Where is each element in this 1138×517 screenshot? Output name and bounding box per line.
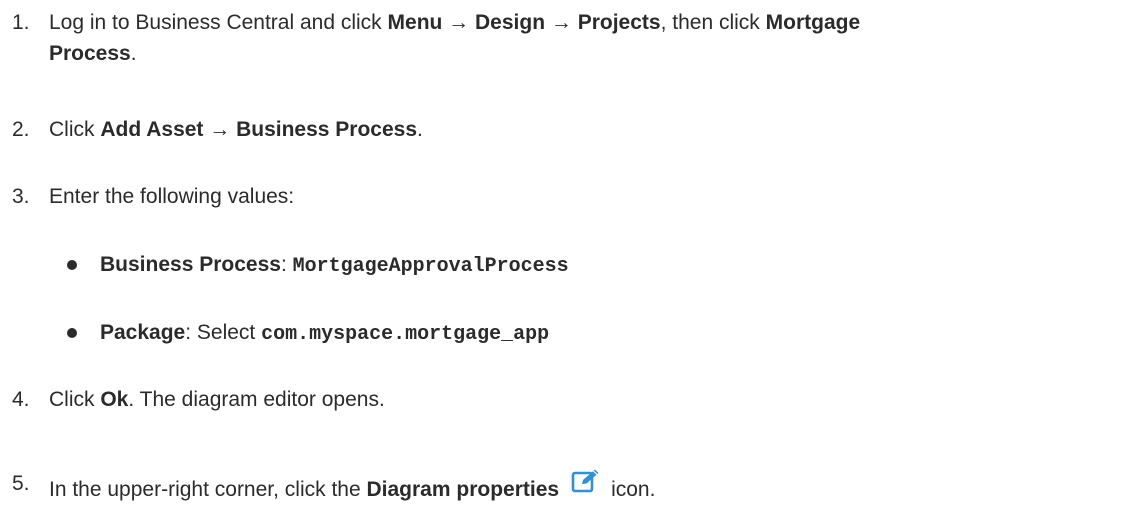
step-3: 3. Enter the following values: — [12, 181, 1132, 212]
ok-label: Ok — [100, 388, 129, 411]
field-value: MortgageApprovalProcess — [292, 255, 569, 278]
step-number: 1. — [12, 11, 30, 34]
process-label: Process — [49, 42, 131, 65]
design-label: Design — [475, 11, 546, 34]
step-number: 3. — [12, 185, 30, 208]
projects-label: Projects — [577, 11, 661, 34]
diagram-properties-label: Diagram properties — [366, 478, 560, 501]
bullet-dot-icon — [67, 328, 77, 338]
step-4: 4. Click Ok. The diagram editor opens. — [12, 384, 1132, 415]
step-number: 4. — [12, 388, 30, 411]
step-1: 1. Log in to Business Central and click … — [12, 7, 1132, 69]
step-text: Log in to Business Central and click Men… — [49, 11, 861, 65]
step-5: 5. In the upper-right corner, click the … — [12, 468, 1132, 505]
step-text: In the upper-right corner, click the Dia… — [49, 468, 1132, 505]
step-text: Click Add Asset → Business Process. — [49, 118, 423, 141]
step-text: Enter the following values: — [49, 185, 295, 208]
menu-label: Menu — [387, 11, 443, 34]
business-process-label: Business Process — [236, 118, 418, 141]
edit-icon — [571, 468, 601, 494]
field-value: com.myspace.mortgage_app — [261, 323, 550, 346]
field-label: Business Process — [100, 253, 281, 276]
bullet-dot-icon — [67, 260, 77, 270]
field-label: Package — [100, 321, 186, 344]
list-item: Package: Select com.myspace.mortgage_app — [67, 317, 1127, 350]
step-number: 5. — [12, 472, 30, 495]
step-2: 2. Click Add Asset → Business Process. — [12, 114, 1132, 145]
add-asset-label: Add Asset — [100, 118, 204, 141]
step-number: 2. — [12, 118, 30, 141]
mortgage-label: Mortgage — [765, 11, 861, 34]
step-text: Click Ok. The diagram editor opens. — [49, 388, 385, 411]
list-item: Business Process: MortgageApprovalProces… — [67, 249, 1127, 282]
